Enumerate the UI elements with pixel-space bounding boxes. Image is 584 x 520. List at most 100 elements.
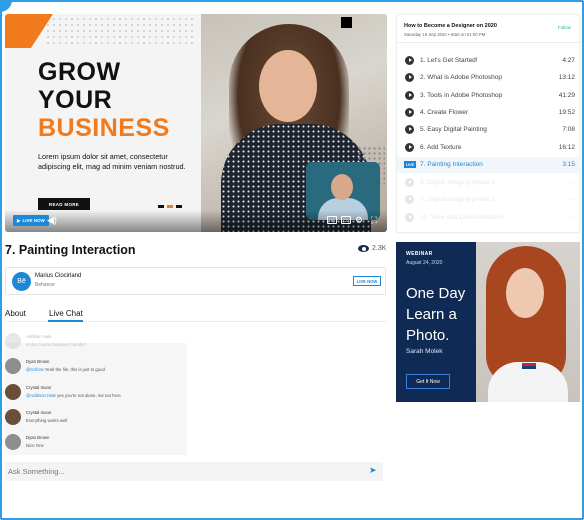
get-it-now-button[interactable]: Get It Now xyxy=(406,374,450,389)
slider-dot[interactable] xyxy=(176,205,182,208)
live-now-pill[interactable]: ▶ LIVE NOW xyxy=(13,215,49,226)
playlist-subtitle: Saturday 18 Sep 2020 • Start on 01:00 PM xyxy=(404,32,486,37)
channel-avatar[interactable]: Bē xyxy=(12,272,31,291)
chat-author[interactable]: Addison Hale xyxy=(26,334,52,339)
playlist-item-locked[interactable]: 9. Digital Imaging phase 2 -:-- xyxy=(397,192,581,208)
playlist-item-label: 8. Digital Imaging phase 1 xyxy=(420,179,496,186)
follow-button[interactable]: Follow xyxy=(558,25,571,30)
chat-input-bar: ➤ xyxy=(5,462,383,481)
chat-author[interactable]: Crystal moon xyxy=(26,385,51,390)
play-icon xyxy=(405,195,414,204)
webinar-ad[interactable]: WEBINAR August 24, 2020 One Day Learn a … xyxy=(396,242,580,402)
channel-card: Bē Marius Ciocirland Behance LIVE NOW xyxy=(5,267,386,295)
active-tab-indicator xyxy=(48,320,83,322)
slider-dot-active[interactable] xyxy=(167,205,173,208)
quality-icon[interactable]: HD xyxy=(327,216,337,224)
headline-line-3: BUSINESS xyxy=(38,114,170,142)
ad-date: August 24, 2020 xyxy=(406,260,443,266)
tab-live-chat[interactable]: Live Chat xyxy=(49,309,83,318)
course-playlist: How to Become a Designer on 2020 Saturda… xyxy=(396,14,581,233)
chat-text: Is this course beginner friendly? xyxy=(26,342,87,347)
playlist-item-label: 4. Create Flower xyxy=(420,109,469,116)
playlist-item-duration: 16:12 xyxy=(558,144,575,151)
live-now-button[interactable]: LIVE NOW xyxy=(353,276,381,286)
captions-icon[interactable]: CC xyxy=(341,216,351,224)
pip-face xyxy=(331,174,353,200)
playlist-item-duration: -:-- xyxy=(566,196,575,203)
playlist-item-label: 7. Painting Interaction xyxy=(420,161,483,168)
tab-about[interactable]: About xyxy=(5,309,26,318)
playlist-item-duration: -:-- xyxy=(566,179,575,186)
chat-input[interactable] xyxy=(8,464,358,479)
playlist-item-label: 5. Easy Digital Painting xyxy=(420,126,487,133)
ad-title-line: Learn a xyxy=(406,306,457,323)
send-icon[interactable]: ➤ xyxy=(369,465,377,476)
chat-text-body: Yeah the file, this is just to good xyxy=(44,367,105,372)
chat-text-body: Nice One xyxy=(26,443,44,448)
slider-dot[interactable] xyxy=(158,205,164,208)
avatar[interactable] xyxy=(5,434,21,450)
dot-pattern xyxy=(45,16,195,46)
playlist-item-active[interactable]: LIVE 7. Painting Interaction 3:15 xyxy=(397,157,581,173)
play-icon xyxy=(405,213,414,222)
chat-message: Crystal moon @Addison Hale yes you're no… xyxy=(5,382,187,404)
eye-icon xyxy=(358,245,369,252)
volume-icon[interactable]: ◀) xyxy=(47,215,57,226)
ad-author: Sarah Molek xyxy=(406,348,443,355)
chat-mention[interactable]: @Grifora xyxy=(26,367,44,372)
play-icon: ▶ xyxy=(17,217,21,223)
chat-mention[interactable]: @Addison Hale xyxy=(26,393,56,398)
video-lorem-text: Lorem ipsum dolor sit amet, consectetur … xyxy=(38,152,186,172)
ad-photo xyxy=(476,242,580,402)
chat-author[interactable]: Crystal moon xyxy=(26,410,51,415)
avatar[interactable] xyxy=(5,333,21,349)
photo-face xyxy=(259,50,317,122)
playlist-item-label: 6. Add Texture xyxy=(420,144,462,151)
chat-message: Dyan Brown @Grifora Yeah the file, this … xyxy=(5,356,187,378)
playlist-item-duration: 41:29 xyxy=(558,92,575,99)
ad-photo-face xyxy=(506,268,544,318)
playlist-item-duration: 3:15 xyxy=(562,161,575,168)
ad-title: One Day Learn a Photo. xyxy=(406,283,465,346)
video-title: 7. Painting Interaction xyxy=(5,243,136,257)
chat-message: Crystal moon Everything works well xyxy=(5,407,187,429)
view-count-value: 2.3K xyxy=(372,245,387,252)
avatar[interactable] xyxy=(5,358,21,374)
fullscreen-icon[interactable]: ⛶ xyxy=(371,215,377,226)
ad-title-line: One Day xyxy=(406,285,466,302)
ad-title-line: Photo. xyxy=(406,327,450,344)
channel-subtitle: Behance xyxy=(35,282,55,288)
avatar[interactable] xyxy=(5,409,21,425)
channel-name[interactable]: Marius Ciocirland xyxy=(35,273,81,279)
playlist-item[interactable]: 1. Let's Get Started! 4:27 xyxy=(397,53,581,69)
playlist-item[interactable]: 4. Create Flower 19:52 xyxy=(397,105,581,121)
live-badge: LIVE xyxy=(404,161,416,168)
playlist-item-duration: 7:08 xyxy=(562,126,575,133)
video-player[interactable]: GROW YOUR BUSINESS Lorem ipsum dolor sit… xyxy=(5,14,387,232)
playlist-item-duration: 13:12 xyxy=(558,74,575,81)
playlist-item[interactable]: 2. What is Adobe Photoshop 13:12 xyxy=(397,70,581,86)
playlist-item-locked[interactable]: 8. Digital Imaging phase 1 -:-- xyxy=(397,175,581,191)
chat-author[interactable]: Dyan Brown xyxy=(26,359,49,364)
chat-message: Addison Hale Is this course beginner fri… xyxy=(5,331,187,353)
read-more-button[interactable]: READ MORE xyxy=(38,198,90,210)
playlist-item[interactable]: 5. Easy Digital Painting 7:08 xyxy=(397,122,581,138)
playlist-item[interactable]: 3. Tools in Adobe Photoshop 41:29 xyxy=(397,88,581,104)
playlist-item-duration: 19:52 xyxy=(558,109,575,116)
playlist-item[interactable]: 6. Add Texture 16:12 xyxy=(397,140,581,156)
playlist-item-duration: 4:27 xyxy=(562,57,575,64)
playlist-item-duration: -:-- xyxy=(566,214,575,221)
orange-shape xyxy=(5,14,31,48)
headline-line-1: GROW xyxy=(38,58,121,86)
chat-author[interactable]: Dyan Brown xyxy=(26,435,49,440)
playlist-item-locked[interactable]: 10. Slow and Documentation -:-- xyxy=(397,210,581,226)
corner-accent xyxy=(0,0,12,12)
play-icon xyxy=(405,56,414,65)
play-icon xyxy=(405,91,414,100)
chat-text-body: Everything works well xyxy=(26,418,68,423)
playlist-item-label: 1. Let's Get Started! xyxy=(420,57,478,64)
orange-triangle xyxy=(31,14,53,48)
gear-icon[interactable]: ⚙ xyxy=(355,215,363,226)
black-square-decor xyxy=(341,17,352,28)
avatar[interactable] xyxy=(5,384,21,400)
